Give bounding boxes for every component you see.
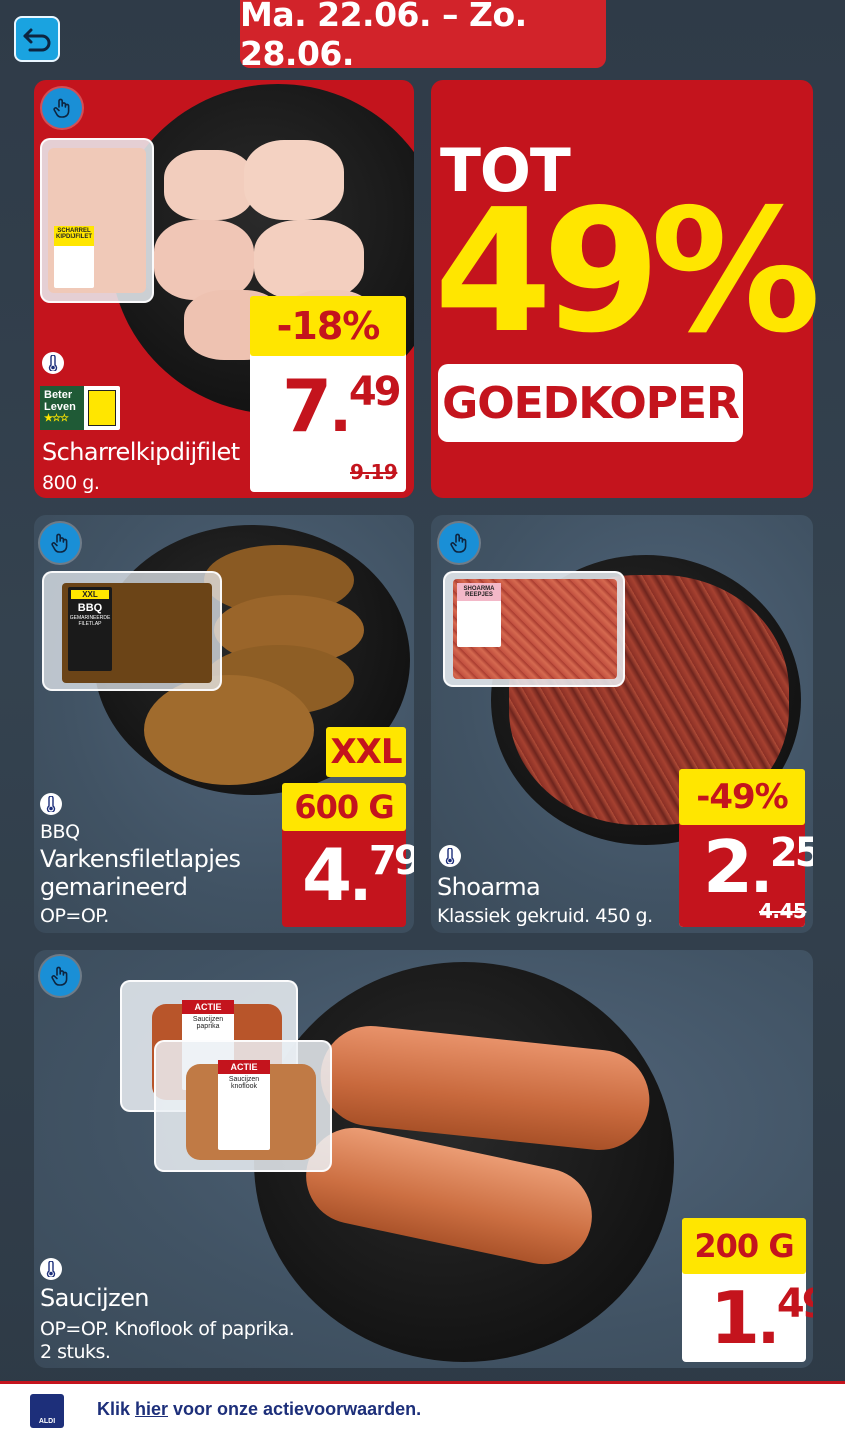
price-integer: 1 <box>710 1276 760 1360</box>
star-icon: ★☆☆ <box>44 413 69 424</box>
product-card-shoarma[interactable]: SHOARMA REEPJES Shoarma Klassiek gekruid… <box>431 515 813 933</box>
product-name: Scharrelkipdijfilet <box>42 438 240 466</box>
product-package-knoflook: ACTIE Saucijzen knoflook <box>154 1040 332 1172</box>
thermometer-icon <box>439 845 461 867</box>
package-label: Saucijzen knoflook <box>228 1076 260 1090</box>
price: 2.25 <box>703 825 813 909</box>
product-sub-line1: OP=OP. Knoflook of paprika. <box>40 1318 295 1340</box>
beter-text: Beter <box>44 389 73 401</box>
product-card-saucijzen[interactable]: ACTIE Saucijzen paprika ACTIE Saucijzen … <box>34 950 813 1368</box>
aldi-logo[interactable]: ALDI <box>30 1394 64 1428</box>
price: 7.49 <box>282 364 402 448</box>
price-integer: 7 <box>282 364 332 448</box>
product-sub-line2: 2 stuks. <box>40 1341 111 1363</box>
price-decimal: 25 <box>769 830 813 876</box>
touch-icon[interactable] <box>40 956 80 996</box>
package-label: GEMARINEERDE FILETLAP <box>69 615 111 627</box>
package-label: SCHARREL KIPDIJFILET <box>54 226 94 246</box>
product-package-kip: SCHARREL KIPDIJFILET <box>40 138 154 303</box>
actievoorwaarden-link[interactable]: hier <box>135 1399 168 1419</box>
product-name-line1: Varkensfiletlapjes <box>40 845 241 873</box>
leven-text: Leven <box>44 401 76 413</box>
dierenbescherming-logo <box>88 390 116 426</box>
product-name-line2: gemarineerd <box>40 873 188 901</box>
package-actie: ACTIE <box>182 1000 234 1014</box>
touch-icon[interactable] <box>42 88 82 128</box>
package-actie: ACTIE <box>218 1060 270 1074</box>
product-card-kip[interactable]: SCHARREL KIPDIJFILET Beter Leven ★☆☆ Sch… <box>34 80 414 498</box>
back-button[interactable] <box>14 16 60 62</box>
discount-badge: -49% <box>679 769 805 825</box>
price-decimal: 49 <box>776 1281 813 1327</box>
product-package-shoarma: SHOARMA REEPJES <box>443 571 625 687</box>
promo-goedkoper: GOEDKOPER <box>438 364 743 442</box>
product-package-bbq: XXL BBQ GEMARINEERDE FILETLAP <box>42 571 222 691</box>
price-decimal: 49 <box>348 369 402 415</box>
aldi-logo-text: ALDI <box>38 1418 56 1425</box>
product-prefix: BBQ <box>40 821 80 843</box>
footer-text-after: voor onze actievoorwaarden. <box>168 1399 422 1419</box>
promo-percent: 49% <box>434 173 821 371</box>
product-name: Shoarma <box>437 873 541 901</box>
footer: ALDI Klik hier voor onze actievoorwaarde… <box>0 1384 845 1436</box>
thermometer-icon <box>40 793 62 815</box>
product-name: Saucijzen <box>40 1284 149 1312</box>
discount-badge: -18% <box>250 296 406 356</box>
price: 1.49 <box>710 1276 813 1360</box>
product-sub: Klassiek gekruid. 450 g. <box>437 905 653 927</box>
package-bbq: BBQ <box>77 602 103 614</box>
touch-icon[interactable] <box>439 523 479 563</box>
package-label: SHOARMA REEPJES <box>457 583 501 601</box>
thermometer-icon <box>42 352 64 374</box>
product-sub: OP=OP. <box>40 905 109 927</box>
old-price: 4.45 <box>759 899 807 923</box>
price-integer: 2 <box>703 825 753 909</box>
weight-badge: 200 G <box>682 1218 806 1274</box>
price-integer: 4 <box>302 833 352 917</box>
thermometer-icon <box>40 1258 62 1280</box>
package-xxl: XXL <box>71 590 109 599</box>
price-decimal: 79 <box>368 838 414 884</box>
beter-leven-label: Beter Leven ★☆☆ <box>40 386 120 430</box>
xxl-badge: XXL <box>326 727 406 777</box>
old-price: 9.19 <box>350 460 398 484</box>
back-arrow-icon <box>23 28 51 52</box>
package-label: Saucijzen paprika <box>192 1016 224 1030</box>
product-card-bbq[interactable]: XXL BBQ GEMARINEERDE FILETLAP BBQ Varken… <box>34 515 414 933</box>
price: 4.79 <box>302 833 414 917</box>
footer-text: Klik hier voor onze actievoorwaarden. <box>97 1399 421 1420</box>
date-range-banner: Ma. 22.06. – Zo. 28.06. <box>240 0 606 73</box>
weight-badge: 600 G <box>282 783 406 831</box>
product-weight: 800 g. <box>42 472 100 494</box>
footer-text-before: Klik <box>97 1399 136 1419</box>
touch-icon[interactable] <box>40 523 80 563</box>
